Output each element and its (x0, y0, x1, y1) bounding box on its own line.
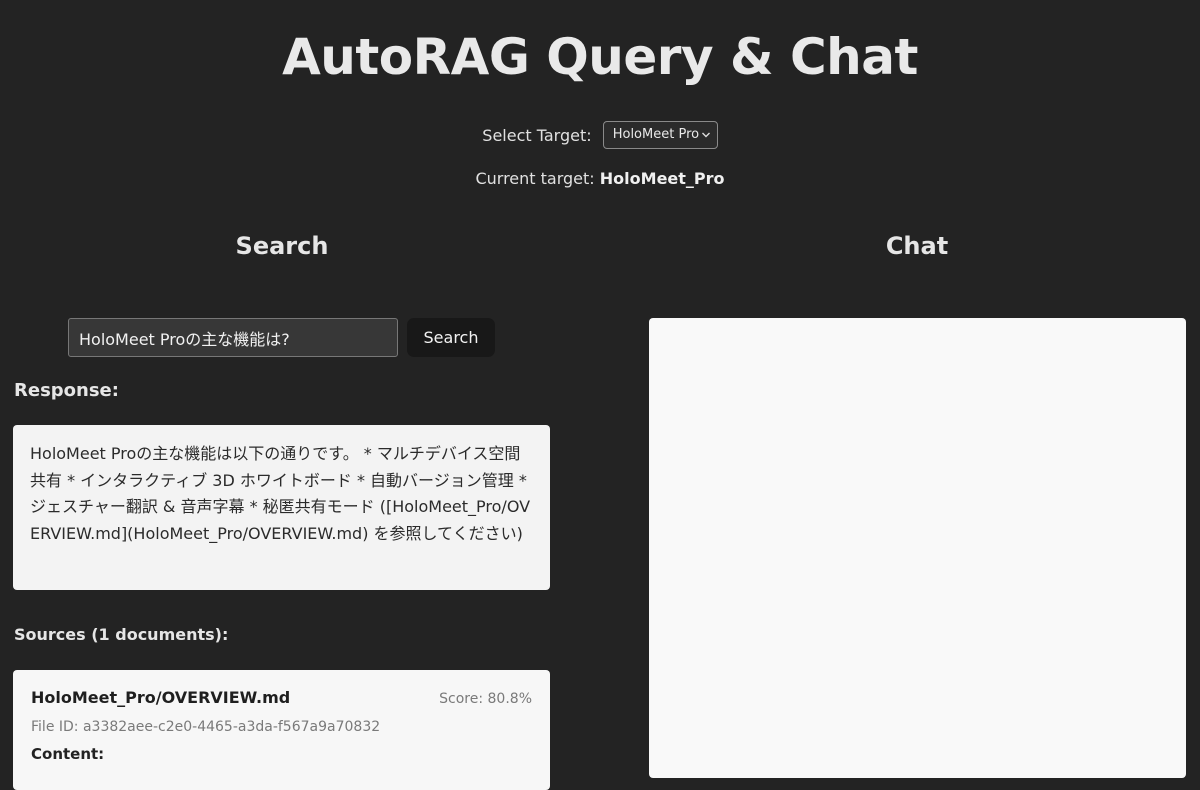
current-target-value: HoloMeet_Pro (599, 169, 725, 188)
source-name: HoloMeet_Pro/OVERVIEW.md (31, 688, 291, 707)
chat-panel[interactable] (649, 318, 1186, 778)
page-title: AutoRAG Query & Chat (282, 28, 918, 86)
source-content-label: Content: (31, 745, 105, 763)
target-select-value: HoloMeet Pro (612, 127, 700, 142)
chevron-down-icon (701, 122, 711, 159)
response-label: Response: (14, 380, 119, 401)
search-heading: Search (235, 232, 329, 260)
source-score: Score: 80.8% (439, 691, 532, 707)
target-select[interactable]: HoloMeet Pro (602, 121, 718, 149)
search-input[interactable] (68, 318, 398, 357)
chat-heading: Chat (885, 232, 949, 260)
select-target-label: Select Target: (482, 125, 592, 145)
source-card: HoloMeet_Pro/OVERVIEW.md Score: 80.8% Fi… (13, 670, 550, 790)
search-button[interactable]: Search (407, 318, 495, 357)
current-target: Current target: HoloMeet_Pro (0, 169, 1200, 188)
current-target-label: Current target: (475, 169, 595, 188)
response-box: HoloMeet Proの主な機能は以下の通りです。 * マルチデバイス空間共有… (13, 425, 550, 590)
target-selector-row: Select Target: HoloMeet Pro (0, 121, 1200, 149)
source-file-id: File ID: a3382aee-c2e0-4465-a3da-f567a9a… (31, 719, 381, 735)
sources-label: Sources (1 documents): (14, 625, 229, 644)
